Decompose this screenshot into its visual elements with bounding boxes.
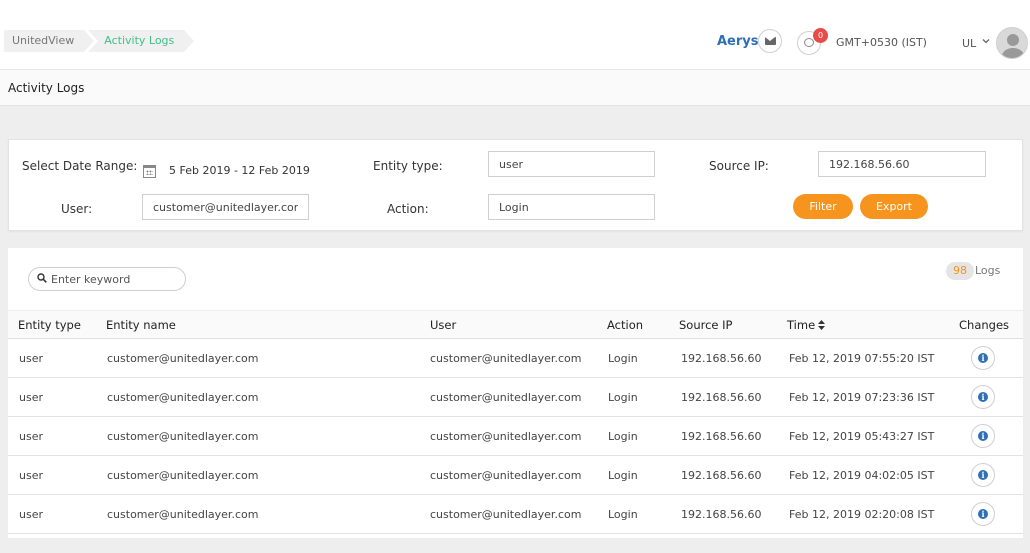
cell-entity-name: customer@unitedlayer.com — [107, 351, 259, 365]
column-user: User — [430, 310, 607, 339]
chat-bubble-icon — [804, 38, 814, 47]
column-action: Action — [607, 310, 679, 339]
cell-user: customer@unitedlayer.com — [430, 390, 582, 404]
logs-panel: 98 Logs Entity type Entity name User Act… — [8, 248, 1023, 538]
cell-changes: i — [959, 417, 1023, 456]
timezone-label: GMT+0530 (IST) — [836, 36, 927, 49]
user-field[interactable] — [142, 194, 309, 220]
table-body: user customer@unitedlayer.com customer@u… — [8, 339, 1023, 534]
cell-user: customer@unitedlayer.com — [430, 429, 582, 443]
breadcrumb-item-home[interactable]: UnitedView — [4, 30, 95, 52]
view-changes-button[interactable]: i — [971, 424, 995, 448]
cell-action: Login — [608, 351, 638, 365]
search-icon — [37, 273, 47, 283]
date-range-label: Select Date Range: — [22, 159, 138, 173]
cell-entity-type: user — [19, 507, 43, 521]
filter-panel: Select Date Range: 5 Feb 2019 - 12 Feb 2… — [8, 139, 1023, 231]
cell-changes: i — [959, 456, 1023, 495]
view-changes-button[interactable]: i — [971, 502, 995, 526]
cell-changes: i — [959, 339, 1023, 378]
table-row: user customer@unitedlayer.com customer@u… — [8, 456, 1023, 495]
cell-action: Login — [608, 429, 638, 443]
cell-action: Login — [608, 468, 638, 482]
column-source-ip: Source IP — [679, 310, 787, 339]
source-ip-field[interactable] — [818, 151, 986, 177]
chevron-down-icon[interactable] — [982, 37, 990, 45]
view-changes-button[interactable]: i — [971, 463, 995, 487]
cell-entity-type: user — [19, 429, 43, 443]
top-bar: UnitedView Activity Logs Aerys 0 GMT+053… — [0, 0, 1030, 70]
cell-entity-name: customer@unitedlayer.com — [107, 390, 259, 404]
cell-source-ip: 192.168.56.60 — [681, 390, 762, 404]
avatar-body — [1002, 48, 1024, 58]
entity-type-label: Entity type: — [373, 159, 443, 173]
export-button[interactable]: Export — [860, 194, 928, 219]
user-label: User: — [61, 202, 93, 216]
breadcrumb: UnitedView Activity Logs — [4, 30, 195, 52]
column-time-label: Time — [787, 317, 816, 332]
table-row: user customer@unitedlayer.com customer@u… — [8, 495, 1023, 534]
logs-table: Entity type Entity name User Action Sour… — [8, 310, 1023, 534]
action-label: Action: — [387, 202, 429, 216]
info-icon: i — [978, 470, 988, 480]
table-row: user customer@unitedlayer.com customer@u… — [8, 378, 1023, 417]
cell-source-ip: 192.168.56.60 — [681, 429, 762, 443]
table-row: user customer@unitedlayer.com customer@u… — [8, 339, 1023, 378]
date-range-picker[interactable]: 5 Feb 2019 - 12 Feb 2019 — [169, 164, 310, 177]
action-field[interactable] — [488, 194, 655, 220]
user-initials[interactable]: UL — [962, 37, 976, 50]
info-icon: i — [978, 509, 988, 519]
cell-source-ip: 192.168.56.60 — [681, 468, 762, 482]
info-icon: i — [978, 353, 988, 363]
column-time[interactable]: Time — [787, 310, 959, 339]
page-title: Activity Logs — [8, 81, 85, 95]
notification-badge: 0 — [813, 28, 828, 43]
view-changes-button[interactable]: i — [971, 346, 995, 370]
column-entity-type: Entity type — [8, 310, 106, 339]
cell-time: Feb 12, 2019 07:23:36 IST — [789, 390, 935, 404]
cell-entity-name: customer@unitedlayer.com — [107, 468, 259, 482]
column-entity-name: Entity name — [106, 310, 430, 339]
org-name[interactable]: Aerys — [717, 34, 759, 49]
cell-source-ip: 192.168.56.60 — [681, 351, 762, 365]
column-changes: Changes — [959, 310, 1023, 339]
avatar[interactable] — [996, 27, 1028, 59]
cell-entity-type: user — [19, 351, 43, 365]
cell-source-ip: 192.168.56.60 — [681, 507, 762, 521]
cell-time: Feb 12, 2019 02:20:08 IST — [789, 507, 935, 521]
log-count-badge: 98 — [946, 262, 974, 280]
user-avatar-icon — [1007, 34, 1019, 46]
entity-type-field[interactable] — [488, 151, 655, 177]
mail-button[interactable] — [758, 29, 782, 53]
cell-action: Login — [608, 507, 638, 521]
table-header-row: Entity type Entity name User Action Sour… — [8, 310, 1023, 339]
cell-changes: i — [959, 378, 1023, 417]
table-row: user customer@unitedlayer.com customer@u… — [8, 417, 1023, 456]
cell-time: Feb 12, 2019 04:02:05 IST — [789, 468, 935, 482]
info-icon: i — [978, 392, 988, 402]
calendar-icon[interactable] — [143, 165, 156, 178]
search-input[interactable] — [51, 270, 181, 288]
mail-icon — [765, 37, 776, 45]
source-ip-label: Source IP: — [709, 159, 769, 173]
cell-entity-type: user — [19, 468, 43, 482]
cell-user: customer@unitedlayer.com — [430, 507, 582, 521]
filter-button[interactable]: Filter — [793, 194, 853, 219]
log-count-label: Logs — [975, 264, 1001, 277]
cell-user: customer@unitedlayer.com — [430, 351, 582, 365]
cell-time: Feb 12, 2019 05:43:27 IST — [789, 429, 935, 443]
page-header: Activity Logs — [0, 70, 1030, 106]
cell-action: Login — [608, 390, 638, 404]
cell-changes: i — [959, 495, 1023, 534]
info-icon: i — [978, 431, 988, 441]
cell-time: Feb 12, 2019 07:55:20 IST — [789, 351, 935, 365]
cell-entity-name: customer@unitedlayer.com — [107, 507, 259, 521]
cell-entity-name: customer@unitedlayer.com — [107, 429, 259, 443]
view-changes-button[interactable]: i — [971, 385, 995, 409]
cell-entity-type: user — [19, 390, 43, 404]
search-box[interactable] — [28, 267, 186, 291]
sort-icon[interactable] — [818, 319, 826, 330]
cell-user: customer@unitedlayer.com — [430, 468, 582, 482]
breadcrumb-item-current[interactable]: Activity Logs — [88, 30, 195, 52]
